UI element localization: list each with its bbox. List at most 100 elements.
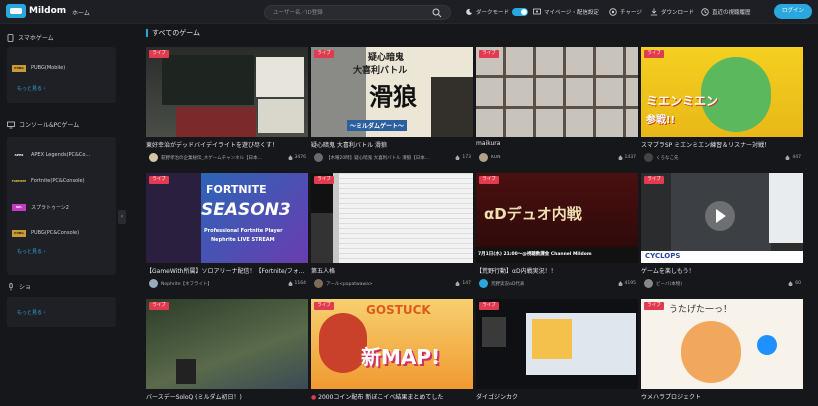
stream-thumbnail[interactable]: ライブ bbox=[146, 47, 308, 137]
avatar[interactable] bbox=[479, 153, 488, 162]
sidebar-collapse-button[interactable]: ‹ bbox=[118, 210, 126, 224]
sidebar: スマホゲーム PUBG PUBG(Mobile) もっと見る › コンソール&P… bbox=[0, 25, 125, 406]
pubg-thumb: PUBG bbox=[12, 64, 26, 72]
charge-link[interactable]: チャージ bbox=[609, 6, 642, 18]
toggle-switch[interactable] bbox=[512, 8, 529, 16]
stream-title[interactable]: 【GameWith所属】ソロアリーナ配信！【Fortnite/フォ... bbox=[146, 266, 308, 275]
stream-thumbnail[interactable]: うたげた一っ！ ライブ bbox=[641, 299, 803, 389]
avatar[interactable] bbox=[314, 279, 323, 288]
stream-title[interactable]: 【荒野行動】αD内戦実況！！ bbox=[476, 266, 638, 275]
stream-thumbnail[interactable]: CYCLOPS ライブ bbox=[641, 173, 803, 263]
login-button[interactable]: ログイン bbox=[774, 4, 812, 19]
viewer-count: 60 bbox=[788, 281, 801, 286]
overlay-cyclops: CYCLOPS bbox=[645, 252, 681, 260]
dark-mode-label: ダークモード bbox=[476, 10, 510, 16]
sidebar-item-label: PUBG(Mobile) bbox=[31, 65, 66, 71]
play-icon[interactable] bbox=[716, 209, 726, 223]
stream-title[interactable]: ダイゴジンカク bbox=[476, 392, 638, 401]
mildom-logo[interactable]: Mildom bbox=[6, 4, 66, 18]
stream-title[interactable]: 東好幸治がデッドバイデイライトを遊び尽くす！ bbox=[146, 140, 308, 149]
sidebar-item-splatoon[interactable]: SPL スプラトゥーン2 bbox=[12, 201, 69, 213]
streamer-name[interactable]: 【木曜20時】疑心暗鬼 大喜利バトル 滑狼【日本... bbox=[326, 155, 429, 161]
download-link[interactable]: ダウンロード bbox=[650, 6, 694, 18]
stream-title[interactable]: スマブラSP ミエンミエン練習＆リスナー対戦！ bbox=[641, 140, 803, 149]
sidebar-item-pubg-mobile[interactable]: PUBG PUBG(Mobile) bbox=[12, 62, 65, 74]
viewer-count-value: 3476 bbox=[294, 155, 306, 160]
stream-meta: KUN 1437 bbox=[476, 153, 638, 163]
avatar[interactable] bbox=[149, 279, 158, 288]
stream-thumbnail[interactable]: ライブ bbox=[476, 47, 638, 137]
brand-name: Mildom bbox=[29, 6, 67, 16]
live-badge: ライブ bbox=[149, 176, 169, 184]
sidebar-item-pubg-pc[interactable]: PUBG PUBG(PC&Console) bbox=[12, 227, 79, 239]
monitor-icon bbox=[7, 121, 15, 128]
section-title-text: すべてのゲーム bbox=[152, 28, 201, 37]
overlay-mien2: 参戦!! bbox=[646, 115, 676, 126]
stream-title[interactable]: ● 2000コイン配布 新ぼこイベ結果まとめてした bbox=[311, 392, 473, 401]
stream-title[interactable]: maikura bbox=[476, 140, 638, 147]
streamer-name[interactable]: KUN bbox=[491, 155, 501, 160]
stream-title[interactable]: ウメハラプロジェクト bbox=[641, 392, 803, 401]
download-label: ダウンロード bbox=[661, 10, 695, 16]
live-badge: ライブ bbox=[479, 176, 499, 184]
monitor-icon bbox=[533, 8, 541, 15]
fire-icon bbox=[788, 281, 793, 286]
viewer-count: 4195 bbox=[618, 281, 636, 286]
search-input[interactable] bbox=[273, 8, 423, 18]
history-link[interactable]: 直近の視聴履歴 bbox=[701, 6, 751, 18]
avatar[interactable] bbox=[149, 153, 158, 162]
sidebar-item-apex[interactable]: APEX APEX Legends(PC&Co... bbox=[12, 149, 91, 161]
live-badge: ライブ bbox=[644, 50, 664, 58]
stream-thumbnail[interactable]: FORTNITE SEASON3 Professional Fortnite P… bbox=[146, 173, 308, 263]
streamer-name[interactable]: くろなこ先 bbox=[656, 155, 679, 161]
home-link[interactable]: ホーム bbox=[72, 8, 90, 17]
stream-thumbnail[interactable]: GOSTUCK 新MAP! ライブ bbox=[311, 299, 473, 389]
stream-thumbnail[interactable]: 疑心暗鬼 大喜利バトル 滑狼 〜ミルダムゲート〜 ライブ bbox=[311, 47, 473, 137]
history-label: 直近の視聴履歴 bbox=[712, 10, 751, 16]
stream-thumbnail[interactable]: ライブ bbox=[476, 299, 638, 389]
stream-thumbnail[interactable]: ライブ bbox=[311, 173, 473, 263]
charge-label: チャージ bbox=[620, 10, 642, 16]
streamer-name[interactable]: 荒野実況αD代表 bbox=[491, 281, 524, 287]
stream-title[interactable]: バースデーSoloQ (ミルダム初日！) bbox=[146, 392, 308, 401]
fire-icon bbox=[618, 281, 623, 286]
sidebar-item-label: APEX Legends(PC&Co... bbox=[31, 152, 91, 158]
avatar[interactable] bbox=[644, 153, 653, 162]
more-show-link[interactable]: もっと見る › bbox=[17, 309, 46, 316]
section-title: すべてのゲーム bbox=[146, 28, 200, 37]
streamer-name[interactable]: Nephrite【ネフライト】 bbox=[161, 281, 212, 287]
show-heading: ショ bbox=[7, 282, 31, 291]
streamer-name[interactable]: アール<papatwawa> bbox=[326, 281, 373, 287]
avatar[interactable] bbox=[479, 279, 488, 288]
more-console-link[interactable]: もっと見る › bbox=[17, 248, 46, 255]
viewer-count-value: 1437 bbox=[624, 155, 636, 160]
stream-title[interactable]: ゲームを楽しもう！ bbox=[641, 266, 803, 275]
stream-meta: 荒野実況αD代表 4195 bbox=[476, 279, 638, 289]
logo-icon bbox=[6, 4, 26, 18]
stream-meta: くろなこ先 447 bbox=[641, 153, 803, 163]
streamer-name[interactable]: 萩野孝治の企業秘伝_ネゲームチャンネル【日本... bbox=[161, 155, 262, 161]
stream-thumbnail[interactable]: ミエンミエン 参戦!! ライブ bbox=[641, 47, 803, 137]
stream-thumbnail[interactable]: αDデュオ内戦 7月1日(水) 21:00〜@視聴数課金 Channel Mil… bbox=[476, 173, 638, 263]
live-badge: ライブ bbox=[644, 302, 664, 310]
sidebar-item-fortnite[interactable]: FORTNITE Fortnite(PC&Console) bbox=[12, 175, 85, 187]
viewer-count-value: 447 bbox=[792, 155, 801, 160]
stream-title[interactable]: 第五人格 bbox=[311, 266, 473, 275]
dark-mode-toggle[interactable]: ダークモード bbox=[465, 6, 529, 18]
fortnite-thumb: FORTNITE bbox=[11, 179, 27, 183]
fire-icon bbox=[288, 155, 293, 160]
avatar[interactable] bbox=[644, 279, 653, 288]
live-badge: ライブ bbox=[314, 50, 334, 58]
overlay-kanji-small: 〜ミルダムゲート〜 bbox=[347, 120, 408, 131]
my-page-link[interactable]: マイページ・配信設定 bbox=[533, 6, 599, 18]
more-mobile-link[interactable]: もっと見る › bbox=[17, 85, 46, 92]
stream-title[interactable]: 疑心暗鬼 大喜利バトル 滑狼 bbox=[311, 140, 473, 149]
download-icon bbox=[650, 8, 658, 16]
stream-thumbnail[interactable]: ライブ bbox=[146, 299, 308, 389]
avatar[interactable] bbox=[314, 153, 323, 162]
viewer-count: 147 bbox=[455, 281, 471, 286]
search-icon[interactable] bbox=[432, 8, 442, 18]
splatoon-thumb: SPL bbox=[12, 203, 26, 211]
overlay-kanji-big: 滑狼 bbox=[369, 82, 417, 111]
streamer-name[interactable]: ビーバ(本物) bbox=[656, 281, 682, 287]
